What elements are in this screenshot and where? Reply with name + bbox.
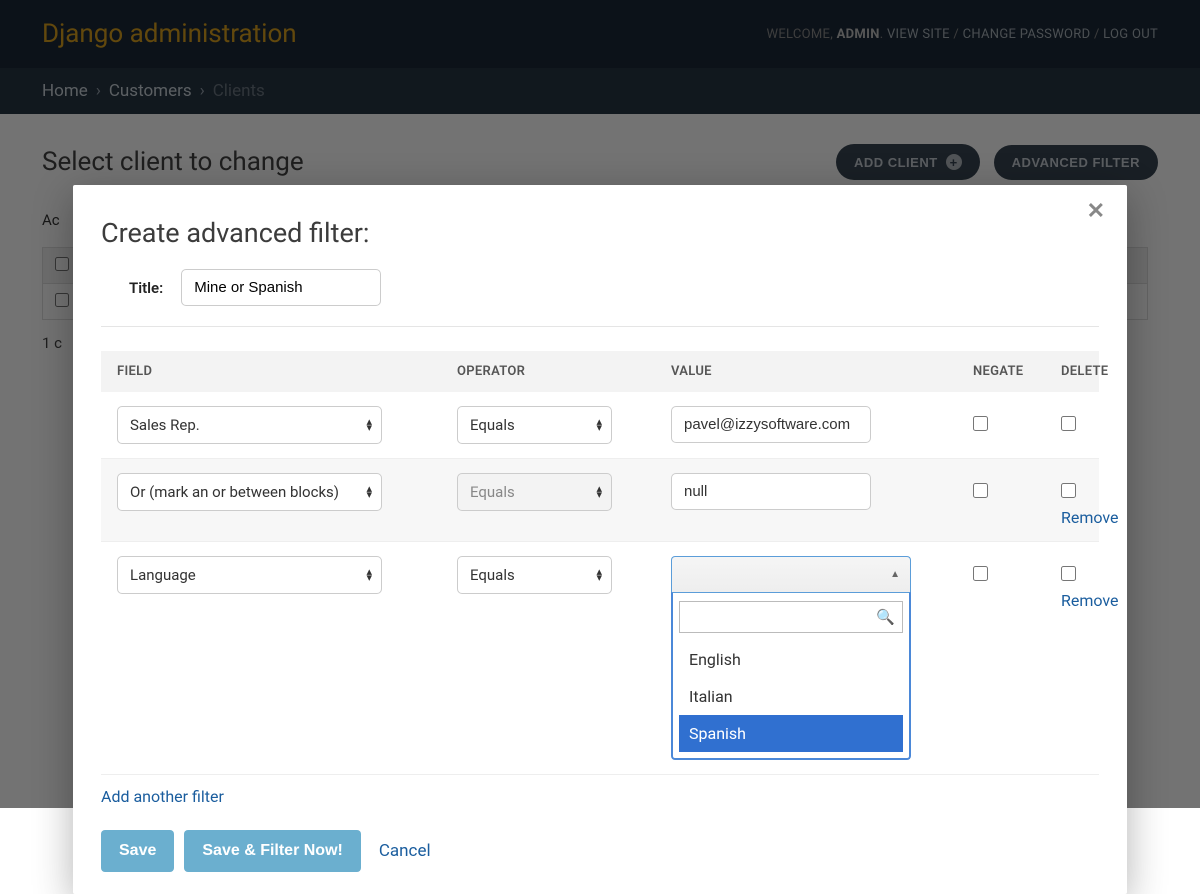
value-input[interactable] (671, 473, 871, 510)
close-icon[interactable]: ✕ (1087, 199, 1105, 224)
remove-link[interactable]: Remove (1061, 591, 1121, 610)
chevron-up-icon: ▲ (890, 569, 900, 580)
select2-search-input[interactable] (679, 601, 903, 633)
cancel-link[interactable]: Cancel (379, 841, 431, 861)
select2-option[interactable]: English (679, 641, 903, 678)
modal-overlay: ✕ Create advanced filter: Title: FIELD O… (0, 0, 1200, 808)
field-select[interactable]: Language (117, 556, 382, 594)
filter-title-row: Title: (101, 269, 1099, 327)
col-value: VALUE (671, 364, 973, 379)
title-label: Title: (129, 279, 163, 297)
value-select2[interactable]: ▲ 🔍 EnglishItalianSpanish (671, 556, 911, 760)
search-icon: 🔍 (876, 608, 895, 626)
negate-checkbox[interactable] (973, 566, 988, 581)
delete-checkbox[interactable] (1061, 416, 1076, 431)
value-input[interactable] (671, 406, 871, 443)
field-select[interactable]: Or (mark an or between blocks) (117, 473, 382, 511)
select2-option[interactable]: Spanish (679, 715, 903, 752)
field-select[interactable]: Sales Rep. (117, 406, 382, 444)
add-another-filter-link[interactable]: Add another filter (101, 787, 224, 806)
filter-row: Language▴▾Equals▴▾▲🔍EnglishItalianSpanis… (101, 542, 1099, 775)
delete-checkbox[interactable] (1061, 566, 1076, 581)
select2-dropdown: 🔍 EnglishItalianSpanish (671, 592, 911, 760)
filter-title-input[interactable] (181, 269, 381, 306)
modal-title: Create advanced filter: (73, 207, 1127, 269)
col-negate: NEGATE (973, 364, 1061, 379)
delete-checkbox[interactable] (1061, 483, 1076, 498)
modal-actions: Save Save & Filter Now! Cancel (73, 830, 1127, 872)
advanced-filter-modal: ✕ Create advanced filter: Title: FIELD O… (73, 185, 1127, 894)
save-button[interactable]: Save (101, 830, 174, 872)
col-operator: OPERATOR (457, 364, 671, 379)
negate-checkbox[interactable] (973, 483, 988, 498)
filter-row: Sales Rep.▴▾Equals▴▾ (101, 392, 1099, 459)
col-field: FIELD (117, 364, 457, 379)
operator-select[interactable]: Equals (457, 556, 612, 594)
save-and-filter-button[interactable]: Save & Filter Now! (184, 830, 360, 872)
select2-selection[interactable]: ▲ (671, 556, 911, 592)
negate-checkbox[interactable] (973, 416, 988, 431)
operator-select: Equals (457, 473, 612, 511)
operator-select[interactable]: Equals (457, 406, 612, 444)
filter-table-header: FIELD OPERATOR VALUE NEGATE DELETE (101, 351, 1099, 392)
remove-link[interactable]: Remove (1061, 508, 1121, 527)
select2-option[interactable]: Italian (679, 678, 903, 715)
col-delete: DELETE (1061, 364, 1121, 379)
filter-row: Or (mark an or between blocks)▴▾Equals▴▾… (101, 459, 1099, 542)
